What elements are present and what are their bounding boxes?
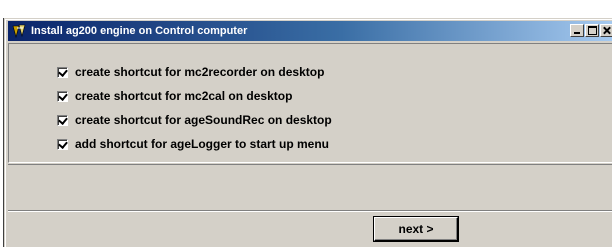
- option-label: create shortcut for ageSoundRec on deskt…: [75, 113, 332, 127]
- checkbox-mc2cal[interactable]: [57, 90, 68, 102]
- window-title: Install ag200 engine on Control computer: [31, 25, 248, 37]
- option-agesoundrec[interactable]: create shortcut for ageSoundRec on deskt…: [57, 112, 332, 128]
- option-mc2cal[interactable]: create shortcut for mc2cal on desktop: [57, 88, 292, 104]
- checkbox-agesoundrec[interactable]: [57, 114, 68, 126]
- close-button[interactable]: [600, 24, 612, 37]
- title-bar[interactable]: Install ag200 engine on Control computer: [8, 21, 612, 41]
- title-buttons: [569, 24, 612, 37]
- next-button[interactable]: next >: [374, 217, 458, 241]
- checkbox-mc2recorder[interactable]: [57, 66, 68, 78]
- installer-window: Install ag200 engine on Control computer…: [4, 18, 612, 247]
- divider: [8, 210, 612, 212]
- options-panel: create shortcut for mc2recorder on deskt…: [8, 43, 612, 163]
- installer-app-icon: [10, 22, 28, 40]
- option-mc2recorder[interactable]: create shortcut for mc2recorder on deskt…: [57, 64, 324, 80]
- option-label: add shortcut for ageLogger to start up m…: [75, 137, 330, 151]
- checkbox-agelogger[interactable]: [57, 138, 68, 150]
- option-label: create shortcut for mc2cal on desktop: [75, 89, 293, 103]
- option-label: create shortcut for mc2recorder on deskt…: [75, 65, 325, 79]
- divider: [8, 164, 612, 165]
- minimize-button[interactable]: [570, 24, 584, 37]
- maximize-button[interactable]: [585, 24, 599, 37]
- option-agelogger[interactable]: add shortcut for ageLogger to start up m…: [57, 136, 329, 152]
